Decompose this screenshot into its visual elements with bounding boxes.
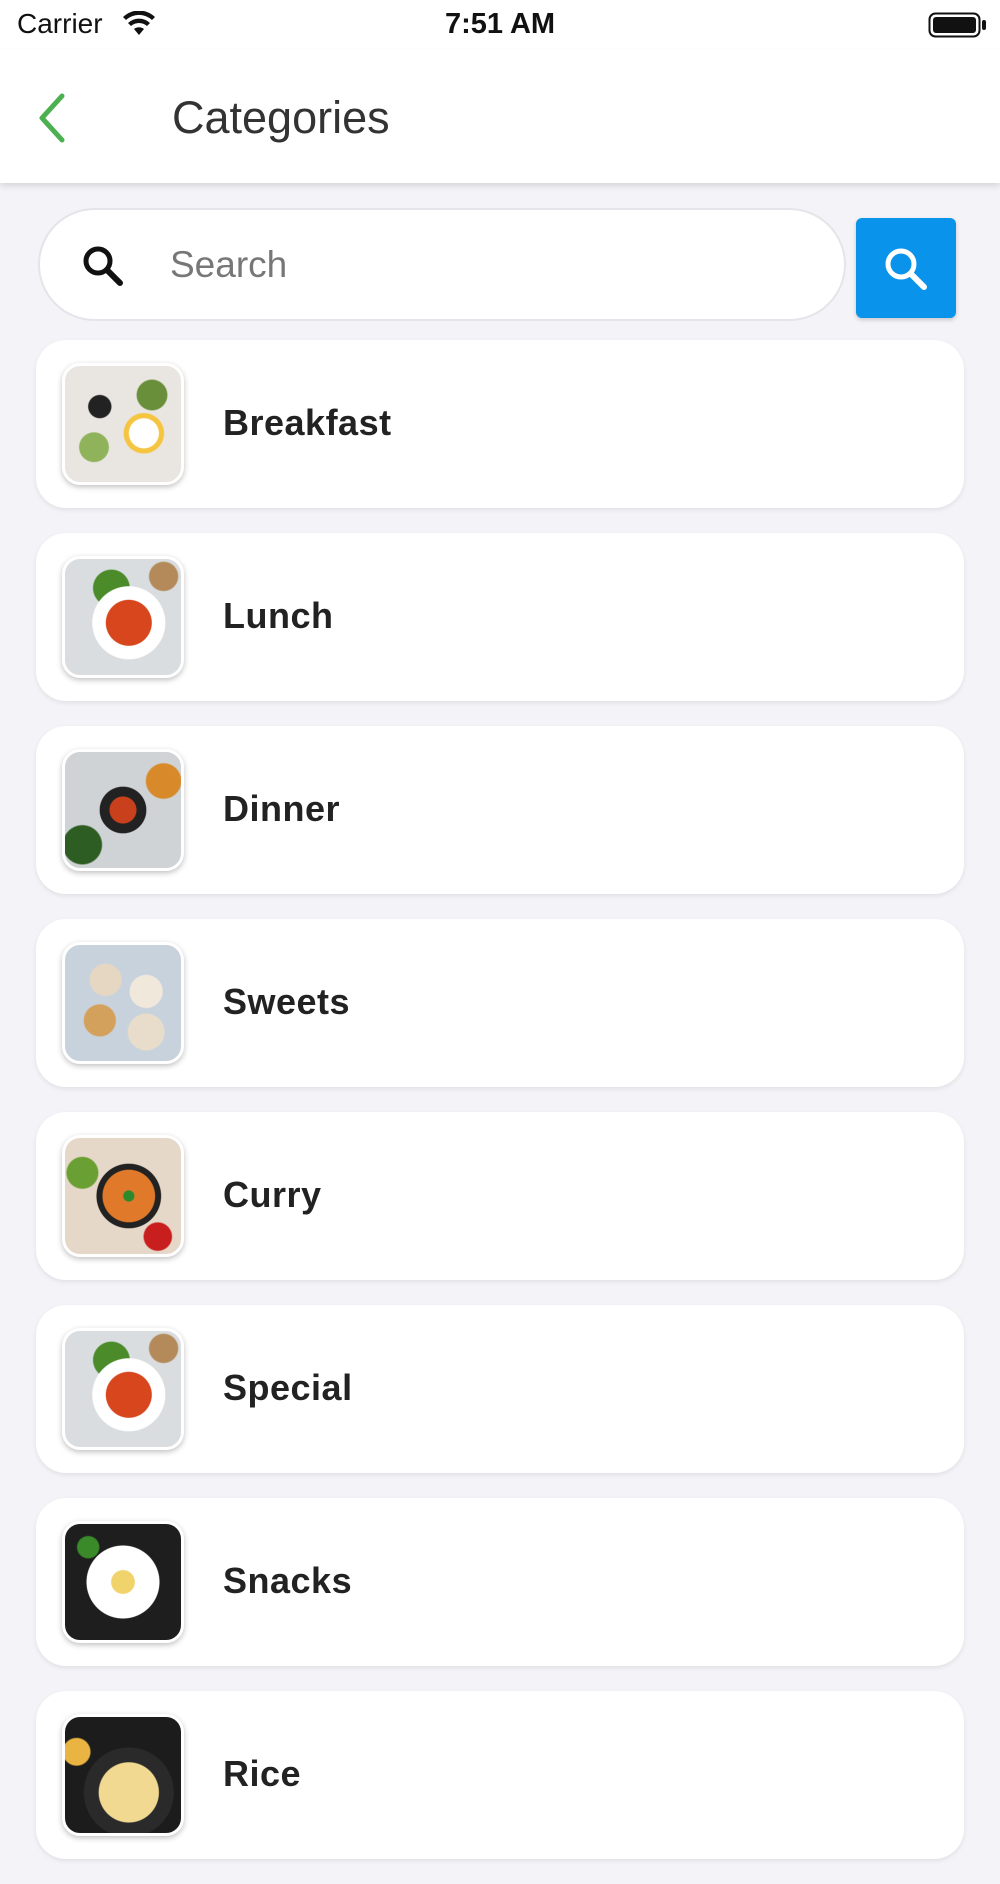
back-button[interactable]: [32, 90, 76, 146]
category-card-snacks[interactable]: Snacks: [36, 1498, 964, 1666]
category-thumbnail: [62, 556, 184, 678]
page-title: Categories: [172, 92, 390, 143]
category-card-breakfast[interactable]: Breakfast: [36, 340, 964, 508]
category-label: Sweets: [223, 981, 351, 1022]
category-thumbnail: [62, 1521, 184, 1643]
category-card-dinner[interactable]: Dinner: [36, 726, 964, 894]
category-card-curry[interactable]: Curry: [36, 1112, 964, 1280]
search-input[interactable]: [168, 234, 812, 296]
category-card-sweets[interactable]: Sweets: [36, 919, 964, 1087]
category-card-special[interactable]: Special: [36, 1305, 964, 1473]
search-icon: [80, 243, 126, 294]
search-button[interactable]: [856, 218, 956, 318]
search-bar: [38, 208, 846, 321]
category-card-lunch[interactable]: Lunch: [36, 533, 964, 701]
category-label: Curry: [223, 1174, 322, 1215]
category-thumbnail: [62, 749, 184, 871]
chevron-left-icon: [39, 93, 65, 143]
category-label: Snacks: [223, 1560, 353, 1601]
category-label: Special: [223, 1367, 353, 1408]
category-thumbnail: [62, 1135, 184, 1257]
category-thumbnail: [62, 942, 184, 1064]
category-thumbnail: [62, 363, 184, 485]
category-card-rice[interactable]: Rice: [36, 1691, 964, 1859]
status-bar: Carrier 7:51 AM: [0, 0, 1000, 50]
battery-icon: [928, 12, 988, 43]
search-icon: [885, 248, 927, 290]
category-thumbnail: [62, 1328, 184, 1450]
category-label: Dinner: [223, 788, 341, 829]
category-label: Lunch: [223, 595, 334, 636]
app-bar: Categories: [0, 50, 1000, 183]
category-label: Breakfast: [223, 402, 392, 443]
category-label: Rice: [223, 1753, 302, 1794]
clock: 7:51 AM: [444, 8, 556, 40]
category-list: Breakfast Lunch Dinner Sweets Curry Spec…: [36, 340, 964, 1884]
category-thumbnail: [62, 1714, 184, 1836]
